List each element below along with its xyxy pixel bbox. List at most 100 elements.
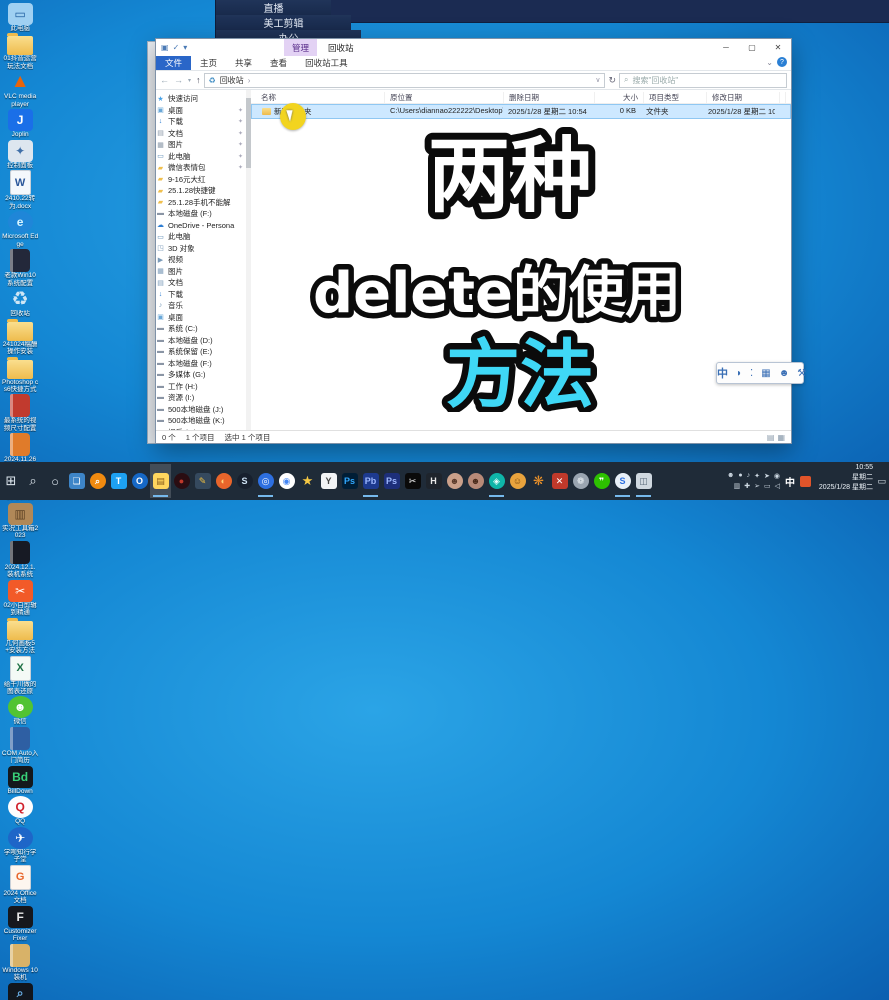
taskbar-app-icon[interactable]: O [129,464,150,498]
sidebar-item[interactable]: ☁ OneDrive - Persona [156,220,246,232]
qat-icon[interactable]: ▾ [183,43,187,52]
desktop-icon[interactable]: J Joplin [1,108,39,138]
taskbar-app-icon[interactable]: ☻ [465,464,486,498]
taskbar-app-icon[interactable]: ❋ [528,464,549,498]
taskbar-app-icon[interactable]: ❞ [591,464,612,498]
tray-icon[interactable]: ● [738,472,742,480]
desktop-icon[interactable]: Photoshop cs6快捷方式 [1,356,39,394]
tray-icon[interactable]: ◉ [774,472,780,480]
tray-app-icon[interactable] [800,475,811,487]
refresh-icon[interactable]: ↻ [608,75,616,86]
manage-contextual-tab[interactable]: 管理 [284,39,318,56]
desktop-icon[interactable]: ▲ VLC media player [1,70,39,108]
sidebar-item[interactable]: ▦ 图片 [156,266,246,278]
desktop-icon[interactable]: X 给千川做的图表还原 [1,655,39,696]
sidebar-item[interactable]: ▰ 9-16元大红 [156,174,246,186]
taskbar-app-icon[interactable]: ★ [297,464,318,498]
sidebar-item[interactable]: ▰ 25.1.28快捷键 [156,185,246,197]
sidebar-item[interactable]: ♪ 音乐 [156,300,246,312]
taskbar-app-icon[interactable]: ✂ [402,464,423,498]
desktop-icon[interactable]: 老款Win10系统配置 [1,248,39,287]
ribbon-tab[interactable]: 查看 [261,56,296,70]
tray-icon[interactable]: ◁ [775,482,780,490]
action-center-icon[interactable]: ▭ [877,476,886,487]
taskbar-app-icon[interactable]: S [612,464,633,498]
forward-icon[interactable]: → [174,75,183,85]
sidebar-item[interactable]: ▬ 500本地磁盘 (K:) [156,415,246,427]
ime-language-indicator[interactable]: 中 [785,474,795,489]
taskbar-app-icon[interactable]: Ps [381,464,402,498]
sidebar-item[interactable]: ▬ 本地磁盘 (F:) [156,208,246,220]
desktop-icon[interactable]: W 2410.22转为.docx [1,169,39,210]
desktop-icon[interactable]: ✂ 02小白剪辑到精通 [1,579,39,617]
taskbar-app-icon[interactable]: ❁ [570,464,591,498]
sidebar-item[interactable]: ▭ 此电脑 [156,231,246,243]
category-tab[interactable]: 美工剪辑 [215,15,351,30]
desktop-icon[interactable]: 01抖音运营玩法文档 [1,32,39,70]
ime-icon[interactable]: ⁚ [750,368,753,379]
sidebar-item[interactable]: ↓ 下载 ✦ [156,116,246,128]
taskbar-app-icon[interactable]: ◫ [633,464,654,498]
sidebar-item[interactable]: ▶ 视频 [156,254,246,266]
tray-icon[interactable]: ▭ [764,482,771,490]
sidebar-item[interactable]: ▰ 25.1.28手机不能解 [156,197,246,209]
column-header[interactable]: 大小 [595,92,644,103]
desktop-icon[interactable]: Windows 10 装机 [1,943,39,982]
taskbar-app-icon[interactable]: ◐ [213,464,234,498]
up-icon[interactable]: ↑ [196,75,201,85]
taskbar-app-icon[interactable]: Ps [339,464,360,498]
desktop-icon[interactable]: 241024稿酬操作安装 [1,318,39,356]
sidebar-item[interactable]: ↓ 下载 [156,289,246,301]
taskbar-app-icon[interactable]: ☻ [444,464,465,498]
taskbar-app-icon[interactable]: T [108,464,129,498]
column-header[interactable]: 项目类型 [644,92,707,103]
ime-icon[interactable]: ⚒ [797,368,806,379]
sidebar-item[interactable]: ▬ 资源 (I:) [156,392,246,404]
start-button[interactable]: ⊞ [0,466,22,496]
taskbar-app-icon[interactable]: ✕ [549,464,570,498]
desktop-icon[interactable]: 最系统的视频尺寸配置 [1,393,39,432]
tray-icon[interactable]: ✦ [754,472,760,480]
ribbon-tab[interactable]: 主页 [191,56,226,70]
column-header[interactable]: 修改日期 [707,92,780,103]
desktop-icon[interactable]: ⌕ Kindle Windows [1,982,39,1000]
sidebar-item[interactable]: ★ 快速访问 [156,93,246,105]
sidebar-item[interactable]: ▬ 多媒体 (G:) [156,369,246,381]
taskbar-app-icon[interactable]: ☺ [507,464,528,498]
tray-icon[interactable]: ♪ [747,472,751,480]
desktop-icon[interactable]: ✦ 控制面板 [1,139,39,169]
help-icon[interactable]: ? [777,57,787,67]
desktop-icon[interactable]: G 2024 Office文档 [1,864,39,905]
desktop-icon[interactable]: Bd BillDown [1,765,39,795]
desktop-icon[interactable]: ✈ 学呗知行学子堂 [1,826,39,864]
cortana-icon[interactable]: ○ [44,466,66,496]
ime-icon[interactable]: ▦ [761,368,770,379]
taskbar-app-icon[interactable]: ⌕ [87,464,108,498]
desktop-icon[interactable]: 2024.11.26 [1,432,39,463]
sidebar-item[interactable]: ▬ 工作 (H:) [156,381,246,393]
qat-icon[interactable]: ▣ [161,43,169,52]
taskbar-app-icon[interactable]: ◎ [255,464,276,498]
desktop-icon[interactable]: Q QQ [1,795,39,825]
address-dropdown-icon[interactable]: ∨ [595,76,600,84]
ribbon-tab[interactable]: 共享 [226,56,261,70]
ime-icon[interactable]: ☻ [779,368,790,379]
desktop-icon[interactable]: COM Auto入门简历 [1,726,39,765]
desktop-icon[interactable]: 2024.12.1.装机系统 [1,540,39,579]
sidebar-item[interactable]: ▬ 500本地磁盘 (J:) [156,404,246,416]
taskbar-clock[interactable]: 10:55 星期二 2025/1/28 星期二 [819,463,873,493]
taskbar-app-icon[interactable]: ● [171,464,192,498]
view-toggle-icon[interactable]: ▦ [777,433,785,442]
ime-icon[interactable]: ◗ [736,368,742,379]
qat-icon[interactable]: ✓ [173,43,180,52]
sidebar-item[interactable]: ◳ 3D 对象 [156,243,246,255]
taskbar-app-icon[interactable]: ▤ [150,464,171,498]
tray-icon[interactable]: ☻ [727,472,734,480]
desktop-icon[interactable]: ▥ 实况工具箱2023 [1,502,39,540]
taskbar-app-icon[interactable]: S [234,464,255,498]
tray-icon[interactable]: ➢ [754,482,760,490]
tray-icon[interactable]: ▥ [734,482,741,490]
breadcrumb-segment[interactable]: 回收站 [220,75,244,86]
address-breadcrumb[interactable]: ♻ 回收站 › ∨ [203,72,606,88]
sidebar-item[interactable]: ▬ 系统 (C:) [156,323,246,335]
